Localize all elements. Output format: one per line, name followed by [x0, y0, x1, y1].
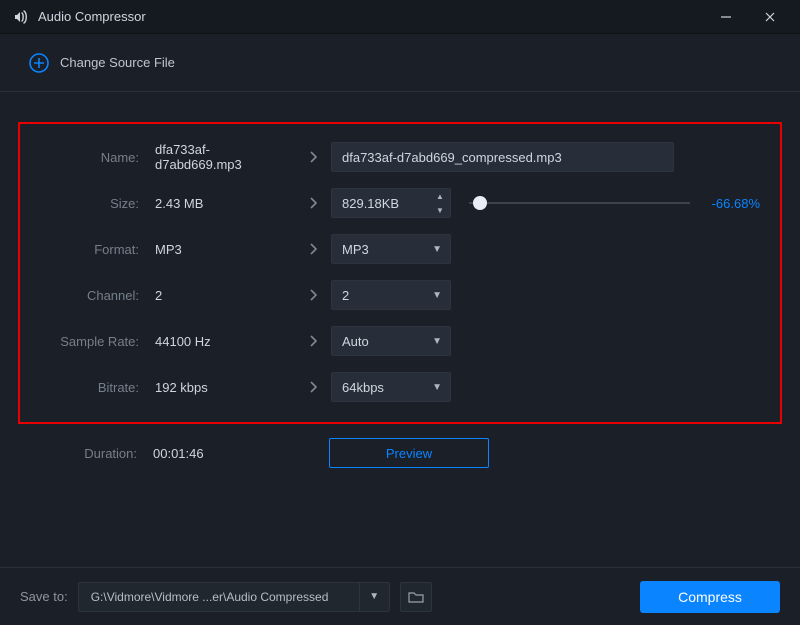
- chevron-right-icon: [295, 196, 331, 210]
- slider-thumb[interactable]: [473, 196, 487, 210]
- chevron-right-icon: [295, 242, 331, 256]
- source-sample-rate: 44100 Hz: [145, 334, 295, 349]
- output-name-input[interactable]: [331, 142, 674, 172]
- chevron-right-icon: [295, 334, 331, 348]
- spinner-down-icon[interactable]: ▼: [430, 203, 450, 217]
- change-source-label: Change Source File: [60, 55, 175, 70]
- compress-button[interactable]: Compress: [640, 581, 780, 613]
- change-source-button[interactable]: Change Source File: [28, 52, 175, 74]
- row-channel: Channel: 2 2 ▼: [40, 272, 760, 318]
- label-format: Format:: [40, 242, 145, 257]
- folder-icon: [408, 590, 424, 604]
- source-format: MP3: [145, 242, 295, 257]
- row-sample-rate: Sample Rate: 44100 Hz Auto ▼: [40, 318, 760, 364]
- row-duration: Duration: 00:01:46 Preview: [18, 430, 782, 476]
- footer: Save to: G:\Vidmore\Vidmore ...er\Audio …: [0, 567, 800, 625]
- source-channel: 2: [145, 288, 295, 303]
- minimize-button[interactable]: [704, 0, 748, 34]
- label-bitrate: Bitrate:: [40, 380, 145, 395]
- row-format: Format: MP3 MP3 ▼: [40, 226, 760, 272]
- source-name: dfa733af-d7abd669.mp3: [145, 142, 295, 172]
- format-dropdown[interactable]: MP3 ▼: [331, 234, 451, 264]
- chevron-right-icon: [295, 288, 331, 302]
- caret-down-icon: ▼: [432, 244, 442, 255]
- source-duration: 00:01:46: [143, 446, 293, 461]
- format-selected: MP3: [342, 242, 369, 257]
- target-size-spinner[interactable]: 829.18KB ▲ ▼: [331, 188, 451, 218]
- preview-button[interactable]: Preview: [329, 438, 489, 468]
- label-save-to: Save to:: [20, 589, 68, 604]
- titlebar: Audio Compressor: [0, 0, 800, 34]
- row-name: Name: dfa733af-d7abd669.mp3: [40, 134, 760, 180]
- bitrate-dropdown[interactable]: 64kbps ▼: [331, 372, 451, 402]
- label-duration: Duration:: [38, 446, 143, 461]
- app-title: Audio Compressor: [38, 9, 146, 24]
- source-bitrate: 192 kbps: [145, 380, 295, 395]
- save-path-text: G:\Vidmore\Vidmore ...er\Audio Compresse…: [79, 590, 359, 604]
- label-size: Size:: [40, 196, 145, 211]
- row-size: Size: 2.43 MB 829.18KB ▲ ▼ -66.68%: [40, 180, 760, 226]
- row-bitrate: Bitrate: 192 kbps 64kbps ▼: [40, 364, 760, 410]
- caret-down-icon: ▼: [432, 382, 442, 393]
- highlight-box: Name: dfa733af-d7abd669.mp3 Size: 2.43 M…: [18, 122, 782, 424]
- main-panel: Name: dfa733af-d7abd669.mp3 Size: 2.43 M…: [0, 92, 800, 486]
- speaker-icon: [14, 10, 30, 24]
- source-size: 2.43 MB: [145, 196, 295, 211]
- label-sample-rate: Sample Rate:: [40, 334, 145, 349]
- channel-dropdown[interactable]: 2 ▼: [331, 280, 451, 310]
- label-name: Name:: [40, 150, 145, 165]
- caret-down-icon: ▼: [432, 336, 442, 347]
- caret-down-icon: ▼: [432, 290, 442, 301]
- label-channel: Channel:: [40, 288, 145, 303]
- chevron-right-icon: [295, 380, 331, 394]
- bitrate-selected: 64kbps: [342, 380, 384, 395]
- caret-down-icon[interactable]: ▼: [359, 583, 389, 611]
- chevron-right-icon: [295, 150, 331, 164]
- save-path-dropdown[interactable]: G:\Vidmore\Vidmore ...er\Audio Compresse…: [78, 582, 390, 612]
- size-slider[interactable]: [461, 202, 698, 204]
- channel-selected: 2: [342, 288, 349, 303]
- close-button[interactable]: [748, 0, 792, 34]
- open-folder-button[interactable]: [400, 582, 432, 612]
- spinner-up-icon[interactable]: ▲: [430, 189, 450, 203]
- toolbar: Change Source File: [0, 34, 800, 92]
- sample-rate-dropdown[interactable]: Auto ▼: [331, 326, 451, 356]
- plus-circle-icon: [28, 52, 50, 74]
- target-size-value: 829.18KB: [332, 196, 430, 211]
- size-reduction-pct: -66.68%: [712, 196, 760, 211]
- sample-rate-selected: Auto: [342, 334, 369, 349]
